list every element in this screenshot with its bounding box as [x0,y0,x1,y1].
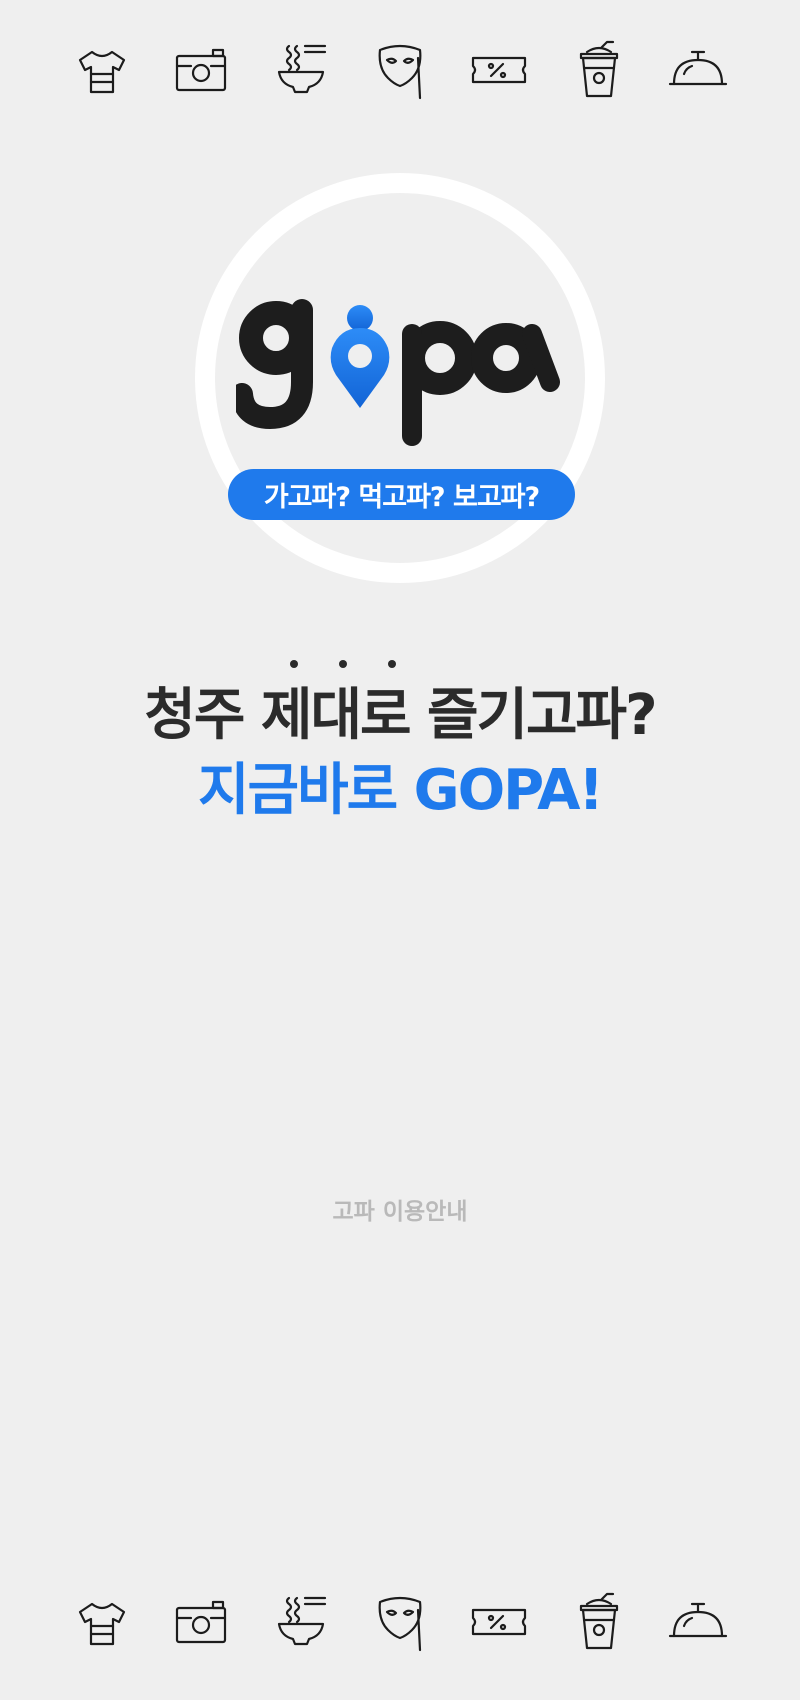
mask-icon [368,38,432,102]
noodle-bowl-icon [269,38,333,102]
emphasis-dots [290,660,400,670]
usage-guide-link[interactable]: 고파 이용안내 [0,1192,800,1226]
coffee-cup-icon [567,38,631,102]
mask-icon [368,1590,432,1654]
bottom-icon-row [70,1590,730,1654]
camera-icon [169,38,233,102]
tshirt-icon [70,38,134,102]
camera-icon [169,1590,233,1654]
food-cloche-icon [666,38,730,102]
discount-ticket-icon [467,38,531,102]
discount-ticket-icon [467,1590,531,1654]
gopa-logo: gopa [236,299,560,446]
food-cloche-icon [666,1590,730,1654]
noodle-bowl-icon [269,1590,333,1654]
headline-line2: 지금바로 GOPA! [198,758,604,823]
tagline-badge: 가고파? 먹고파? 보고파? [228,469,575,520]
top-icon-row [70,38,730,102]
coffee-cup-icon [567,1590,631,1654]
tshirt-icon [70,1590,134,1654]
headline-line1: 청주 제대로 즐기고파? [144,683,657,748]
